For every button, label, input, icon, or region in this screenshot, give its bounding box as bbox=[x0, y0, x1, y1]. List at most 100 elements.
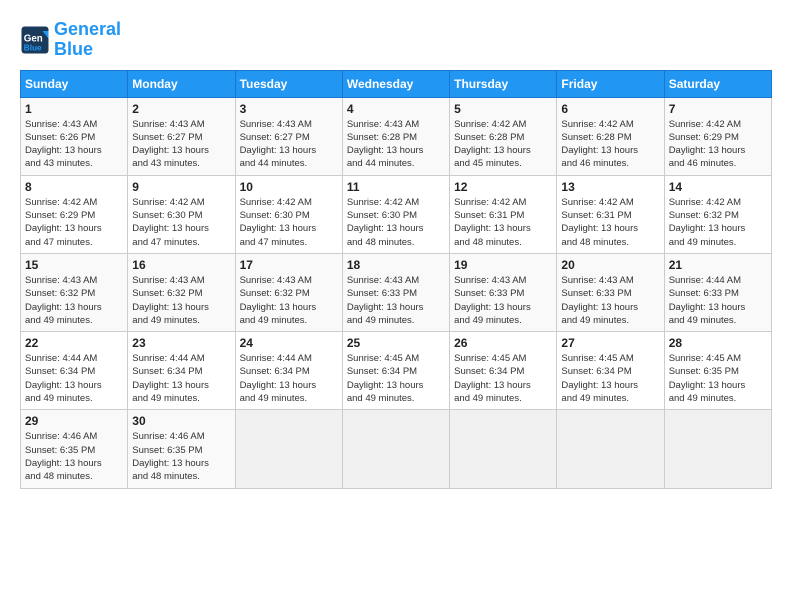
calendar-cell: 29 Sunrise: 4:46 AMSunset: 6:35 PMDaylig… bbox=[21, 410, 128, 488]
calendar-cell: 6 Sunrise: 4:42 AMSunset: 6:28 PMDayligh… bbox=[557, 97, 664, 175]
day-info: Sunrise: 4:42 AMSunset: 6:29 PMDaylight:… bbox=[25, 196, 123, 249]
day-number: 12 bbox=[454, 180, 552, 194]
day-info: Sunrise: 4:46 AMSunset: 6:35 PMDaylight:… bbox=[25, 430, 123, 483]
day-number: 5 bbox=[454, 102, 552, 116]
day-number: 14 bbox=[669, 180, 767, 194]
day-info: Sunrise: 4:42 AMSunset: 6:31 PMDaylight:… bbox=[454, 196, 552, 249]
day-number: 8 bbox=[25, 180, 123, 194]
day-info: Sunrise: 4:43 AMSunset: 6:33 PMDaylight:… bbox=[561, 274, 659, 327]
day-info: Sunrise: 4:43 AMSunset: 6:32 PMDaylight:… bbox=[240, 274, 338, 327]
day-info: Sunrise: 4:45 AMSunset: 6:34 PMDaylight:… bbox=[454, 352, 552, 405]
day-number: 24 bbox=[240, 336, 338, 350]
calendar-cell: 15 Sunrise: 4:43 AMSunset: 6:32 PMDaylig… bbox=[21, 253, 128, 331]
day-info: Sunrise: 4:43 AMSunset: 6:32 PMDaylight:… bbox=[25, 274, 123, 327]
logo-icon: Gen Blue bbox=[20, 25, 50, 55]
day-info: Sunrise: 4:44 AMSunset: 6:34 PMDaylight:… bbox=[25, 352, 123, 405]
day-number: 11 bbox=[347, 180, 445, 194]
day-number: 4 bbox=[347, 102, 445, 116]
day-number: 16 bbox=[132, 258, 230, 272]
calendar-cell: 12 Sunrise: 4:42 AMSunset: 6:31 PMDaylig… bbox=[450, 175, 557, 253]
day-number: 20 bbox=[561, 258, 659, 272]
day-number: 23 bbox=[132, 336, 230, 350]
day-number: 9 bbox=[132, 180, 230, 194]
day-info: Sunrise: 4:42 AMSunset: 6:30 PMDaylight:… bbox=[240, 196, 338, 249]
day-info: Sunrise: 4:42 AMSunset: 6:30 PMDaylight:… bbox=[132, 196, 230, 249]
weekday-header-thursday: Thursday bbox=[450, 70, 557, 97]
day-number: 27 bbox=[561, 336, 659, 350]
weekday-header-sunday: Sunday bbox=[21, 70, 128, 97]
calendar-cell: 13 Sunrise: 4:42 AMSunset: 6:31 PMDaylig… bbox=[557, 175, 664, 253]
day-info: Sunrise: 4:43 AMSunset: 6:27 PMDaylight:… bbox=[240, 118, 338, 171]
day-number: 1 bbox=[25, 102, 123, 116]
calendar-week-3: 15 Sunrise: 4:43 AMSunset: 6:32 PMDaylig… bbox=[21, 253, 772, 331]
weekday-header-saturday: Saturday bbox=[664, 70, 771, 97]
day-info: Sunrise: 4:44 AMSunset: 6:34 PMDaylight:… bbox=[240, 352, 338, 405]
calendar-cell: 19 Sunrise: 4:43 AMSunset: 6:33 PMDaylig… bbox=[450, 253, 557, 331]
day-info: Sunrise: 4:44 AMSunset: 6:33 PMDaylight:… bbox=[669, 274, 767, 327]
calendar-cell bbox=[664, 410, 771, 488]
day-number: 25 bbox=[347, 336, 445, 350]
day-info: Sunrise: 4:42 AMSunset: 6:29 PMDaylight:… bbox=[669, 118, 767, 171]
calendar-cell: 10 Sunrise: 4:42 AMSunset: 6:30 PMDaylig… bbox=[235, 175, 342, 253]
day-number: 29 bbox=[25, 414, 123, 428]
day-number: 13 bbox=[561, 180, 659, 194]
calendar-cell bbox=[450, 410, 557, 488]
calendar-week-2: 8 Sunrise: 4:42 AMSunset: 6:29 PMDayligh… bbox=[21, 175, 772, 253]
day-number: 18 bbox=[347, 258, 445, 272]
calendar-week-5: 29 Sunrise: 4:46 AMSunset: 6:35 PMDaylig… bbox=[21, 410, 772, 488]
calendar-week-4: 22 Sunrise: 4:44 AMSunset: 6:34 PMDaylig… bbox=[21, 332, 772, 410]
weekday-header-tuesday: Tuesday bbox=[235, 70, 342, 97]
day-number: 28 bbox=[669, 336, 767, 350]
svg-text:Blue: Blue bbox=[24, 43, 42, 52]
calendar-cell bbox=[557, 410, 664, 488]
calendar-cell: 27 Sunrise: 4:45 AMSunset: 6:34 PMDaylig… bbox=[557, 332, 664, 410]
day-info: Sunrise: 4:45 AMSunset: 6:35 PMDaylight:… bbox=[669, 352, 767, 405]
calendar-cell: 1 Sunrise: 4:43 AMSunset: 6:26 PMDayligh… bbox=[21, 97, 128, 175]
day-info: Sunrise: 4:43 AMSunset: 6:33 PMDaylight:… bbox=[454, 274, 552, 327]
calendar-cell: 24 Sunrise: 4:44 AMSunset: 6:34 PMDaylig… bbox=[235, 332, 342, 410]
day-number: 26 bbox=[454, 336, 552, 350]
day-info: Sunrise: 4:42 AMSunset: 6:28 PMDaylight:… bbox=[561, 118, 659, 171]
calendar-table: SundayMondayTuesdayWednesdayThursdayFrid… bbox=[20, 70, 772, 489]
day-info: Sunrise: 4:42 AMSunset: 6:30 PMDaylight:… bbox=[347, 196, 445, 249]
calendar-cell: 7 Sunrise: 4:42 AMSunset: 6:29 PMDayligh… bbox=[664, 97, 771, 175]
calendar-cell bbox=[342, 410, 449, 488]
calendar-cell: 5 Sunrise: 4:42 AMSunset: 6:28 PMDayligh… bbox=[450, 97, 557, 175]
day-number: 30 bbox=[132, 414, 230, 428]
weekday-header-monday: Monday bbox=[128, 70, 235, 97]
calendar-cell: 20 Sunrise: 4:43 AMSunset: 6:33 PMDaylig… bbox=[557, 253, 664, 331]
day-info: Sunrise: 4:43 AMSunset: 6:27 PMDaylight:… bbox=[132, 118, 230, 171]
calendar-week-1: 1 Sunrise: 4:43 AMSunset: 6:26 PMDayligh… bbox=[21, 97, 772, 175]
calendar-cell: 28 Sunrise: 4:45 AMSunset: 6:35 PMDaylig… bbox=[664, 332, 771, 410]
day-number: 7 bbox=[669, 102, 767, 116]
logo-text: GeneralBlue bbox=[54, 20, 121, 60]
weekday-header-wednesday: Wednesday bbox=[342, 70, 449, 97]
day-number: 2 bbox=[132, 102, 230, 116]
calendar-cell: 21 Sunrise: 4:44 AMSunset: 6:33 PMDaylig… bbox=[664, 253, 771, 331]
weekday-header-friday: Friday bbox=[557, 70, 664, 97]
day-number: 10 bbox=[240, 180, 338, 194]
calendar-cell: 30 Sunrise: 4:46 AMSunset: 6:35 PMDaylig… bbox=[128, 410, 235, 488]
calendar-cell: 11 Sunrise: 4:42 AMSunset: 6:30 PMDaylig… bbox=[342, 175, 449, 253]
day-number: 22 bbox=[25, 336, 123, 350]
day-info: Sunrise: 4:45 AMSunset: 6:34 PMDaylight:… bbox=[561, 352, 659, 405]
day-number: 3 bbox=[240, 102, 338, 116]
calendar-cell: 26 Sunrise: 4:45 AMSunset: 6:34 PMDaylig… bbox=[450, 332, 557, 410]
day-number: 19 bbox=[454, 258, 552, 272]
calendar-cell: 23 Sunrise: 4:44 AMSunset: 6:34 PMDaylig… bbox=[128, 332, 235, 410]
day-number: 15 bbox=[25, 258, 123, 272]
day-info: Sunrise: 4:42 AMSunset: 6:32 PMDaylight:… bbox=[669, 196, 767, 249]
day-number: 17 bbox=[240, 258, 338, 272]
page-header: Gen Blue GeneralBlue bbox=[20, 20, 772, 60]
calendar-cell: 3 Sunrise: 4:43 AMSunset: 6:27 PMDayligh… bbox=[235, 97, 342, 175]
day-info: Sunrise: 4:43 AMSunset: 6:28 PMDaylight:… bbox=[347, 118, 445, 171]
day-info: Sunrise: 4:42 AMSunset: 6:28 PMDaylight:… bbox=[454, 118, 552, 171]
calendar-cell: 25 Sunrise: 4:45 AMSunset: 6:34 PMDaylig… bbox=[342, 332, 449, 410]
calendar-header-row: SundayMondayTuesdayWednesdayThursdayFrid… bbox=[21, 70, 772, 97]
day-number: 21 bbox=[669, 258, 767, 272]
day-info: Sunrise: 4:46 AMSunset: 6:35 PMDaylight:… bbox=[132, 430, 230, 483]
calendar-body: 1 Sunrise: 4:43 AMSunset: 6:26 PMDayligh… bbox=[21, 97, 772, 488]
calendar-cell: 18 Sunrise: 4:43 AMSunset: 6:33 PMDaylig… bbox=[342, 253, 449, 331]
day-info: Sunrise: 4:43 AMSunset: 6:26 PMDaylight:… bbox=[25, 118, 123, 171]
logo: Gen Blue GeneralBlue bbox=[20, 20, 121, 60]
